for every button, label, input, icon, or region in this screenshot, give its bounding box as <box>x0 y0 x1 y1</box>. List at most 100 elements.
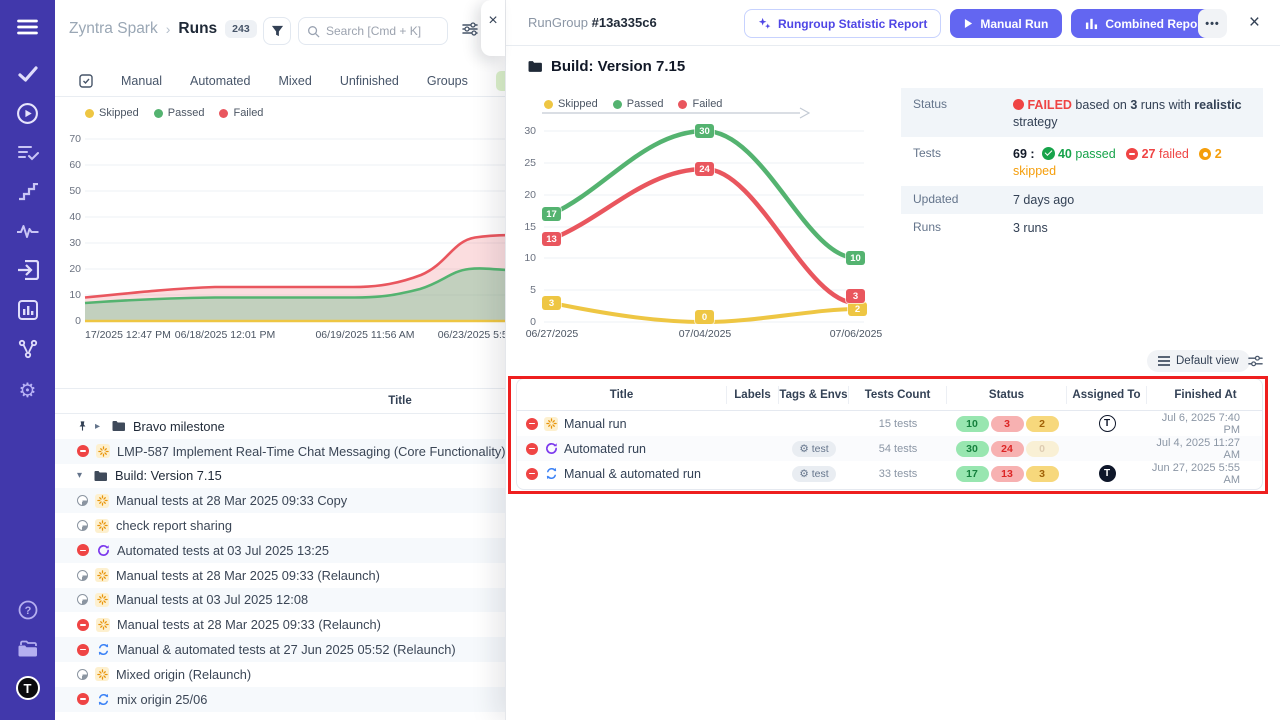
play-icon <box>964 18 973 29</box>
checklist-icon[interactable] <box>0 144 55 162</box>
bar-chart-icon <box>1085 17 1098 30</box>
ytick: 70 <box>55 133 81 145</box>
gear-icon: ⚙ <box>799 443 808 455</box>
svg-text:?: ? <box>24 605 31 617</box>
col-assigned-to[interactable]: Assigned To <box>1067 386 1147 404</box>
status-failed-icon <box>526 418 538 430</box>
runs-area-chart: 70 60 50 40 30 20 10 0 17/2025 12:47 PM … <box>55 100 525 355</box>
import-icon[interactable] <box>0 260 55 280</box>
manual-run-button[interactable]: Manual Run <box>950 9 1062 38</box>
run-title: Manual run <box>564 417 627 431</box>
tests-total: 69 : <box>1013 147 1035 161</box>
run-title: Automated tests at 03 Jul 2025 13:25 <box>117 543 329 558</box>
runs-count-badge: 243 <box>225 20 257 38</box>
run-title: Manual tests at 28 Mar 2025 09:33 Copy <box>116 493 347 508</box>
manual-run-icon <box>95 568 109 582</box>
filter-button[interactable] <box>263 17 291 45</box>
statistic-report-label: Rungroup Statistic Report <box>778 17 927 31</box>
settings-gear-icon[interactable]: ⚙ <box>0 381 55 401</box>
col-status[interactable]: Status <box>947 386 1067 404</box>
status-failed-icon <box>526 468 538 480</box>
folder-icon <box>112 420 126 432</box>
help-icon[interactable]: ? <box>0 600 55 620</box>
table-header: Title Labels Tags & Envs Tests Count Sta… <box>517 379 1262 411</box>
rungroup-kind: RunGroup <box>528 15 588 30</box>
tab-unfinished[interactable]: Unfinished <box>340 74 399 88</box>
failed-pill: 3 <box>991 416 1024 432</box>
run-title: Bravo milestone <box>133 419 225 434</box>
rungroup-title-text: Build: Version 7.15 <box>551 58 685 75</box>
tab-manual[interactable]: Manual <box>121 74 162 88</box>
skipped-circle-icon <box>1199 148 1211 160</box>
skipped-pill: 2 <box>1026 416 1059 432</box>
status-failed-icon <box>526 443 538 455</box>
bar-chart-icon[interactable] <box>0 300 55 320</box>
table-row[interactable]: Manual & automated run ⚙test 33 tests 17… <box>517 461 1262 486</box>
activity-icon[interactable] <box>0 224 55 238</box>
status-failed-text: FAILED <box>1027 98 1071 112</box>
timeline-arrow-icon <box>542 107 810 119</box>
mixed-run-icon <box>96 692 110 706</box>
default-view-button[interactable]: Default view <box>1147 350 1250 372</box>
status-runs-count: 3 <box>1130 98 1137 112</box>
branch-icon[interactable] <box>0 339 55 359</box>
ytick: 0 <box>508 316 536 328</box>
status-in-progress-icon <box>77 570 88 581</box>
skipped-value-badge: 3 <box>542 296 561 310</box>
updated-value: 7 days ago <box>1013 186 1263 214</box>
caret-right-icon[interactable]: ▸ <box>95 421 105 432</box>
statistic-report-button[interactable]: Rungroup Statistic Report <box>744 9 941 38</box>
ytick: 30 <box>508 125 536 137</box>
app-sidebar: ⚙ ? T <box>0 0 55 720</box>
rungroup-title: Build: Version 7.15 <box>528 58 685 75</box>
projects-folder-icon[interactable] <box>0 640 55 658</box>
tab-automated[interactable]: Automated <box>190 74 250 88</box>
ytick: 5 <box>508 284 536 296</box>
steps-icon[interactable] <box>0 183 55 201</box>
combined-report-label: Combined Report <box>1105 17 1206 31</box>
status-failed-icon <box>77 445 89 457</box>
ytick: 20 <box>508 189 536 201</box>
ytick: 0 <box>55 315 81 327</box>
failed-value-badge: 24 <box>695 162 714 176</box>
tab-groups[interactable]: Groups <box>427 74 468 88</box>
status-label: Status <box>901 88 1013 137</box>
passed-value-badge: 30 <box>695 124 714 138</box>
breadcrumb-project[interactable]: Zyntra Spark <box>69 20 158 38</box>
col-title[interactable]: Title <box>517 386 727 404</box>
failed-value-badge: 3 <box>846 289 865 303</box>
caret-down-icon[interactable]: ▾ <box>77 470 87 481</box>
col-finished-at[interactable]: Finished At <box>1147 386 1264 404</box>
ytick: 15 <box>508 221 536 233</box>
user-avatar[interactable]: T <box>0 676 55 700</box>
table-row[interactable]: Automated run ⚙test 54 tests 30 24 0 Jul… <box>517 436 1262 461</box>
ytick: 40 <box>55 211 81 223</box>
search-input[interactable] <box>326 24 436 38</box>
close-icon[interactable]: × <box>488 12 497 56</box>
run-title: check report sharing <box>116 518 232 533</box>
menu-icon[interactable] <box>0 19 55 35</box>
finished-at: Jul 6, 2025 7:40 PM <box>1147 412 1264 436</box>
default-view-label: Default view <box>1176 355 1239 367</box>
table-settings-icon[interactable] <box>1248 354 1263 368</box>
tests-count: 54 tests <box>849 443 947 455</box>
manual-run-icon <box>95 593 109 607</box>
select-all-icon[interactable] <box>79 74 93 88</box>
folder-icon <box>528 60 543 73</box>
check-icon[interactable] <box>0 66 55 82</box>
list-filters-icon[interactable] <box>462 22 478 36</box>
col-tags-envs[interactable]: Tags & Envs <box>779 386 849 404</box>
drawer-close-icon[interactable]: × <box>1249 12 1260 34</box>
status-value: FAILED based on 3 runs with realistic st… <box>1013 88 1263 137</box>
more-actions-button[interactable]: ••• <box>1198 9 1227 38</box>
manual-run-label: Manual Run <box>980 17 1048 31</box>
skipped-value-badge: 0 <box>695 310 714 324</box>
table-row[interactable]: Manual run 15 tests 10 3 2 T Jul 6, 2025… <box>517 411 1262 436</box>
status-text: runs with <box>1141 98 1191 112</box>
col-tests-count[interactable]: Tests Count <box>849 386 947 404</box>
tab-mixed[interactable]: Mixed <box>278 74 311 88</box>
col-labels[interactable]: Labels <box>727 386 779 404</box>
run-title: Manual & automated run <box>564 467 701 481</box>
play-circle-icon[interactable] <box>0 102 55 125</box>
breadcrumb-separator: › <box>166 21 171 37</box>
